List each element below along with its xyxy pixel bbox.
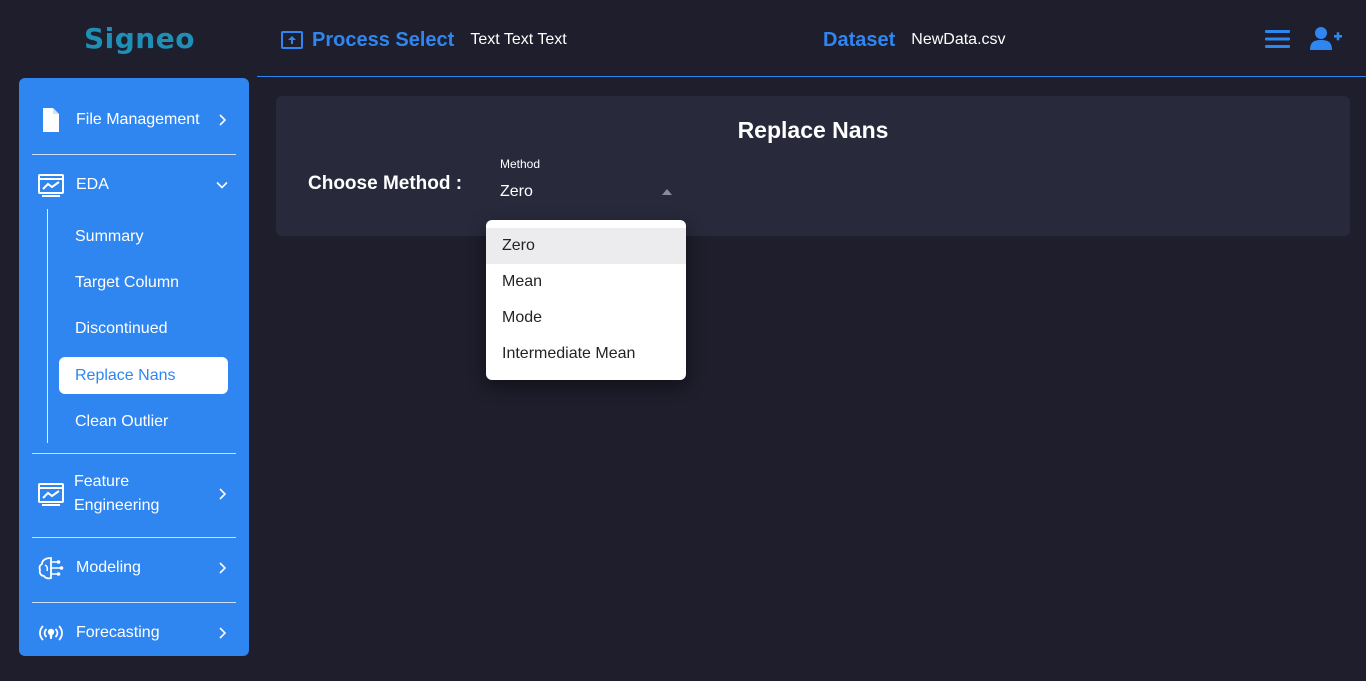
add-user-icon[interactable] — [1310, 26, 1342, 52]
sidebar-item-label-line2: Engineering — [74, 497, 160, 514]
method-dropdown-menu: Zero Mean Mode Intermediate Mean — [486, 220, 686, 380]
dataset-value: NewData.csv — [911, 31, 1006, 48]
page-title: Replace Nans — [737, 117, 889, 143]
sidebar-divider — [32, 453, 236, 454]
chart-board-icon — [38, 483, 64, 506]
chart-board-icon — [38, 174, 64, 197]
file-icon — [43, 108, 59, 132]
upload-icon — [281, 31, 303, 49]
sidebar-subitem-replace-nans[interactable]: Replace Nans — [59, 357, 228, 394]
header-divider — [257, 76, 1366, 77]
method-option-mode[interactable]: Mode — [486, 300, 686, 336]
sidebar-item-label: File Management — [76, 111, 200, 128]
sidebar-divider — [32, 537, 236, 538]
dataset-indicator: Dataset NewData.csv — [823, 28, 1006, 52]
method-select-label: Method — [500, 157, 541, 171]
sidebar-divider — [32, 602, 236, 603]
sidebar-item-eda[interactable]: EDA — [19, 172, 249, 198]
chevron-down-icon — [216, 181, 228, 189]
method-option-zero[interactable]: Zero — [486, 228, 686, 264]
sidebar-item-file-management[interactable]: File Management — [19, 106, 249, 134]
sidebar-divider — [32, 154, 236, 155]
sidebar-item-modeling[interactable]: Modeling — [19, 554, 249, 582]
sidebar-item-forecasting[interactable]: Forecasting — [19, 619, 249, 647]
chevron-right-icon — [219, 627, 227, 639]
process-select-title: Process Select — [312, 28, 455, 51]
sidebar-subitem-target-column[interactable]: Target Column — [59, 264, 228, 301]
chevron-right-icon — [219, 488, 227, 500]
hamburger-menu-icon[interactable] — [1265, 29, 1290, 49]
sidebar-subitem-summary[interactable]: Summary — [59, 218, 228, 255]
chevron-right-icon — [219, 114, 227, 126]
chevron-right-icon — [219, 562, 227, 574]
sidebar-item-label: Modeling — [76, 559, 141, 576]
sidebar-item-label: Feature — [74, 473, 130, 490]
sidebar-item-label: EDA — [76, 176, 109, 193]
sidebar: File Management EDA Summary Target Colum… — [19, 78, 249, 656]
process-select[interactable]: Process Select Text Text Text — [281, 28, 567, 52]
sidebar-item-label: Forecasting — [76, 624, 160, 641]
caret-up-icon — [662, 189, 672, 195]
method-select-value: Zero — [500, 183, 533, 200]
choose-method-label: Choose Method : — [308, 173, 463, 194]
process-select-value: Text Text Text — [470, 31, 567, 48]
sidebar-subitem-clean-outlier[interactable]: Clean Outlier — [59, 403, 228, 440]
method-option-mean[interactable]: Mean — [486, 264, 686, 300]
signeo-logo: Signeo — [84, 22, 195, 55]
submenu-guide-line — [47, 209, 48, 443]
brain-circuit-icon — [38, 557, 64, 580]
method-option-intermediate-mean[interactable]: Intermediate Mean — [486, 336, 686, 372]
broadcast-icon — [39, 625, 63, 641]
method-select[interactable]: Method Zero — [500, 156, 684, 206]
sidebar-subitem-discontinued[interactable]: Discontinued — [59, 310, 228, 347]
replace-nans-card: Replace Nans Choose Method : Method Zero — [276, 96, 1350, 236]
dataset-title: Dataset — [823, 28, 896, 51]
sidebar-item-feature-engineering[interactable]: Feature Engineering — [19, 470, 249, 518]
